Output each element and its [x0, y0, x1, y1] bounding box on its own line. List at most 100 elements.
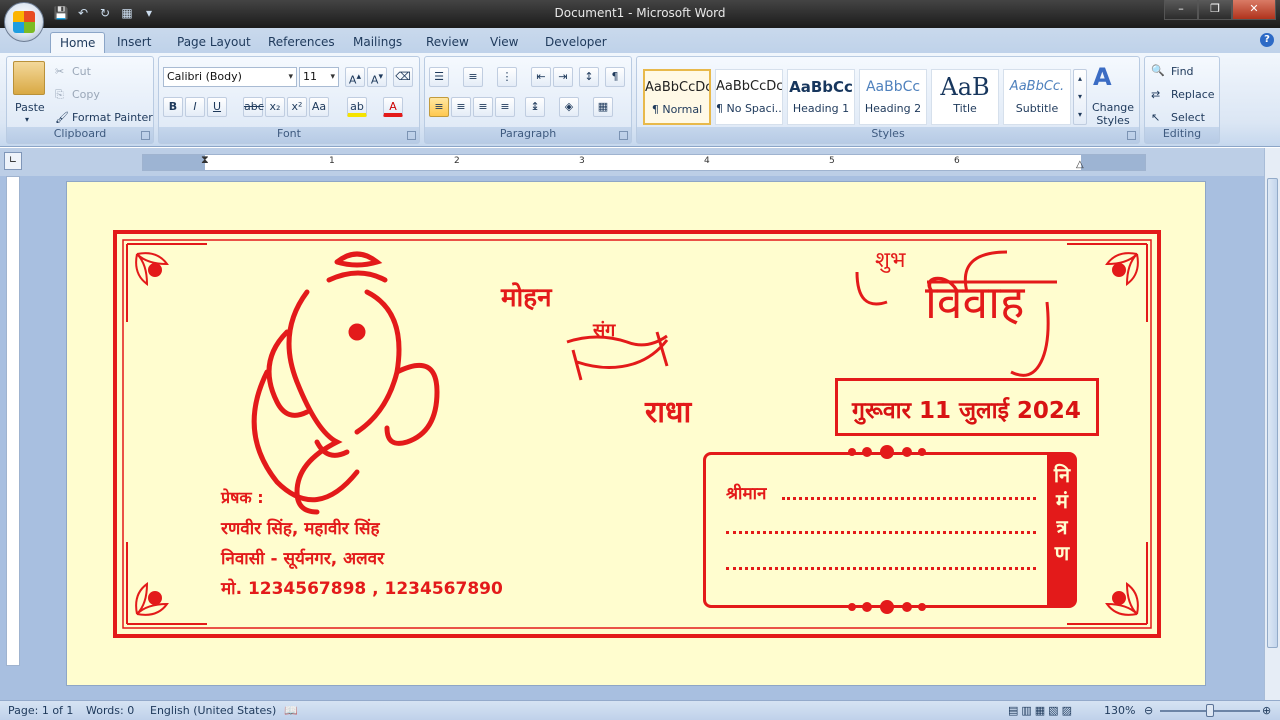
grow-font-icon[interactable]: A▴	[345, 67, 365, 87]
vertical-ruler[interactable]	[6, 176, 20, 666]
justify-icon[interactable]: ≡	[495, 97, 515, 117]
document-area: मोहन संग राधा शुभ विवाह गुरूवार 11 जुलाई…	[0, 176, 1264, 700]
tab-view[interactable]: View	[481, 32, 527, 53]
style-sample: AaBbCcDc	[645, 80, 709, 95]
font-color-icon[interactable]: A	[383, 97, 403, 117]
shrink-font-icon[interactable]: A▾	[367, 67, 387, 87]
close-button[interactable]: ✕	[1232, 0, 1276, 20]
zoom-level[interactable]: 130%	[1104, 704, 1135, 717]
paste-button[interactable]: Paste	[15, 101, 45, 114]
word-count[interactable]: Words: 0	[86, 704, 134, 717]
view-buttons-icon[interactable]: ▤▥▦▧▨	[1008, 704, 1075, 717]
style-name: ¶ No Spaci...	[716, 102, 782, 115]
select-button[interactable]: Select	[1171, 111, 1205, 124]
clipboard-launcher-icon[interactable]	[141, 131, 150, 140]
help-icon[interactable]: ?	[1260, 33, 1274, 47]
select-icon: ↖	[1151, 111, 1161, 124]
tab-selector[interactable]: ∟	[4, 152, 22, 170]
sort-icon[interactable]: ↕	[579, 67, 599, 87]
style-heading-2[interactable]: AaBbCc Heading 2	[859, 69, 927, 125]
tab-home[interactable]: Home	[50, 32, 106, 53]
vivah-text: विवाह	[925, 275, 1025, 329]
left-indent-marker-icon[interactable]: ⧗	[201, 153, 209, 167]
styles-launcher-icon[interactable]	[1127, 131, 1136, 140]
change-case-icon[interactable]: Aa	[309, 97, 329, 117]
title-bar: 💾 ↶ ↻ ▦ ▾ Document1 - Microsoft Word – ❐…	[0, 0, 1280, 28]
bullets-icon[interactable]: ☰	[429, 67, 449, 87]
tab-review[interactable]: Review	[417, 32, 478, 53]
align-left-icon[interactable]: ≡	[429, 97, 449, 117]
font-launcher-icon[interactable]	[407, 131, 416, 140]
corner-ornament-bottom-right	[1067, 542, 1148, 625]
bold-icon[interactable]: B	[163, 97, 183, 117]
language-indicator[interactable]: English (United States)	[150, 704, 276, 717]
clipboard-label: Clipboard	[7, 127, 153, 143]
sang-text: संग	[593, 320, 616, 341]
horizontal-ruler[interactable]: 1 2 3 4 5 6 ⧗ △	[142, 153, 1146, 171]
zoom-slider-thumb[interactable]	[1206, 704, 1214, 717]
ruler-number: 4	[704, 156, 710, 166]
paragraph-group: ☰ ≡ ⋮ ⇤ ⇥ ↕ ¶ ≡ ≡ ≡ ≡ ↨ ◈ ▦ Paragraph	[424, 56, 632, 144]
clear-formatting-icon[interactable]: ⌫	[393, 67, 413, 87]
right-margin-shade	[1081, 155, 1145, 170]
style-title[interactable]: AaB Title	[931, 69, 999, 125]
line-spacing-icon[interactable]: ↨	[525, 97, 545, 117]
tab-developer[interactable]: Developer	[536, 32, 616, 53]
cut-button[interactable]: Cut	[72, 65, 91, 78]
italic-icon[interactable]: I	[185, 97, 205, 117]
style-heading-1[interactable]: AaBbCc Heading 1	[787, 69, 855, 125]
increase-indent-icon[interactable]: ⇥	[553, 67, 573, 87]
right-indent-marker-icon[interactable]: △	[1076, 159, 1084, 170]
replace-button[interactable]: Replace	[1171, 88, 1215, 101]
show-formatting-icon[interactable]: ¶	[605, 67, 625, 87]
proofing-icon[interactable]: 📖	[284, 704, 298, 717]
style-no-spacing[interactable]: AaBbCcDc ¶ No Spaci...	[715, 69, 783, 125]
font-size-combo[interactable]: 11	[299, 67, 339, 87]
format-painter-button[interactable]: Format Painter	[72, 111, 153, 124]
font-name-combo[interactable]: Calibri (Body)	[163, 67, 297, 87]
date-box: गुरूवार 11 जुलाई 2024	[835, 378, 1099, 436]
borders-icon[interactable]: ▦	[593, 97, 613, 117]
shading-icon[interactable]: ◈	[559, 97, 579, 117]
align-right-icon[interactable]: ≡	[473, 97, 493, 117]
highlight-icon[interactable]: ab	[347, 97, 367, 117]
subscript-icon[interactable]: x₂	[265, 97, 285, 117]
paste-dropdown-icon[interactable]: ▾	[25, 115, 29, 124]
align-center-icon[interactable]: ≡	[451, 97, 471, 117]
tab-insert[interactable]: Insert	[108, 32, 160, 53]
ruler-number: 5	[829, 156, 835, 166]
office-button[interactable]	[4, 2, 44, 42]
page-count[interactable]: Page: 1 of 1	[8, 704, 73, 717]
cut-icon: ✂	[55, 65, 65, 78]
vertical-scrollbar[interactable]	[1264, 148, 1280, 700]
styles-scroll-icon[interactable]: ▴ ▾ ▾	[1073, 69, 1087, 125]
paste-icon[interactable]	[13, 61, 45, 95]
paragraph-launcher-icon[interactable]	[619, 131, 628, 140]
scrollbar-thumb[interactable]	[1267, 178, 1278, 648]
superscript-icon[interactable]: x²	[287, 97, 307, 117]
change-styles-button[interactable]: Change Styles	[1091, 101, 1135, 127]
decrease-indent-icon[interactable]: ⇤	[531, 67, 551, 87]
numbering-icon[interactable]: ≡	[463, 67, 483, 87]
style-sample: AaBbCcDc	[716, 79, 782, 94]
zoom-out-icon[interactable]: ⊖	[1144, 704, 1153, 717]
minimize-button[interactable]: –	[1164, 0, 1198, 20]
zoom-in-icon[interactable]: ⊕	[1262, 704, 1271, 717]
style-normal[interactable]: AaBbCcDc ¶ Normal	[643, 69, 711, 125]
style-subtitle[interactable]: AaBbCc. Subtitle	[1003, 69, 1071, 125]
copy-button[interactable]: Copy	[72, 88, 100, 101]
document-page[interactable]: मोहन संग राधा शुभ विवाह गुरूवार 11 जुलाई…	[66, 181, 1206, 686]
multilevel-list-icon[interactable]: ⋮	[497, 67, 517, 87]
nimantran-char: ण	[1054, 541, 1070, 565]
ruler-area: ∟ 1 2 3 4 5 6 ⧗ △	[0, 148, 1280, 176]
restore-button[interactable]: ❐	[1198, 0, 1232, 20]
underline-icon[interactable]: U	[207, 97, 227, 117]
style-name: Heading 1	[792, 102, 850, 115]
strikethrough-icon[interactable]: abc	[243, 97, 264, 117]
tab-mailings[interactable]: Mailings	[344, 32, 411, 53]
find-button[interactable]: Find	[1171, 65, 1194, 78]
tab-references[interactable]: References	[259, 32, 344, 53]
tab-page-layout[interactable]: Page Layout	[168, 32, 260, 53]
styles-label: Styles	[637, 127, 1139, 143]
word-window: 💾 ↶ ↻ ▦ ▾ Document1 - Microsoft Word – ❐…	[0, 0, 1280, 720]
